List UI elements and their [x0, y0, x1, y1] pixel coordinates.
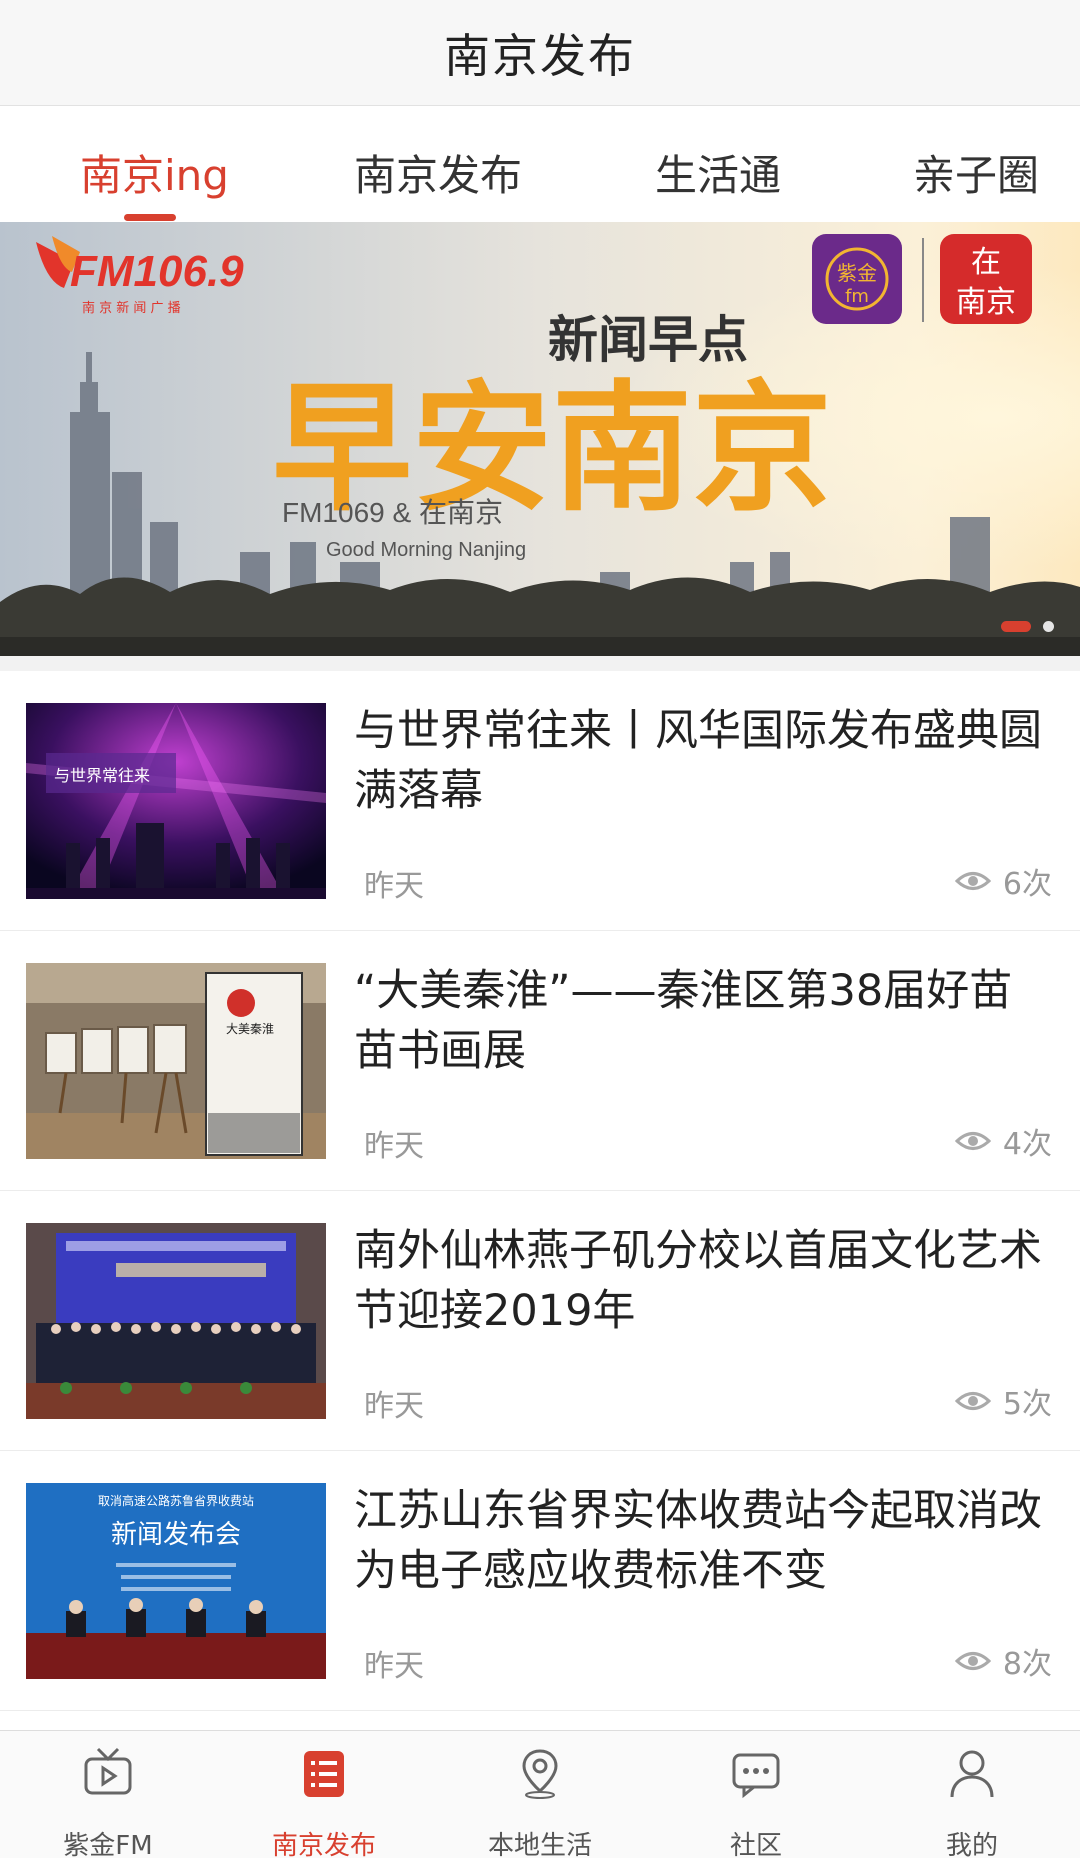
banner-caption-en: Good Morning Nanjing: [326, 539, 526, 561]
fm-logo-subtext: 南 京 新 闻 广 播: [82, 300, 181, 316]
view-count: 4次: [1002, 1127, 1052, 1162]
active-tab-indicator: [124, 214, 176, 221]
tabbar-label: 我的: [945, 1831, 998, 1858]
article-title[interactable]: 与世界常往来丨风华国际发布盛典圆满落幕: [354, 701, 1044, 821]
article-list: 与世界常往来 与世界常往来丨风华国际发布盛典圆满落幕 昨天 6次 大美秦淮 “大…: [0, 671, 1080, 1711]
list-item[interactable]: 与世界常往来 与世界常往来丨风华国际发布盛典圆满落幕 昨天 6次: [0, 671, 1080, 931]
article-thumbnail: 取消高速公路苏鲁省界收费站 新闻发布会: [26, 1483, 326, 1679]
tabbar-label: 南京发布: [271, 1831, 376, 1858]
article-title[interactable]: 江苏山东省界实体收费站今起取消改为电子感应收费标准不变: [354, 1481, 1044, 1601]
eye-icon: [954, 1652, 991, 1670]
article-thumbnail: 与世界常往来: [26, 703, 326, 899]
eye-icon: [954, 1132, 991, 1150]
tabbar-item-zijin-fm[interactable]: 紫金FM: [0, 1731, 216, 1858]
tabbar-label: 本地生活: [487, 1831, 592, 1858]
article-title[interactable]: 南外仙林燕子矶分校以首届文化艺术节迎接2019年: [354, 1221, 1044, 1341]
article-views: 5次: [954, 1379, 1052, 1423]
svg-text:紫金: 紫金: [837, 261, 877, 285]
article-title[interactable]: “大美秦淮”——秦淮区第38届好苗苗书画展: [354, 961, 1044, 1081]
list-item[interactable]: 大美秦淮 “大美秦淮”——秦淮区第38届好苗苗书画展 昨天 4次: [0, 931, 1080, 1191]
carousel-pagination: [1001, 621, 1054, 632]
eye-icon: [954, 1392, 991, 1410]
carousel-dot[interactable]: [1043, 621, 1054, 632]
view-count: 5次: [1002, 1387, 1052, 1422]
fm-logo-text: FM106.9: [70, 247, 244, 296]
article-date: 昨天: [364, 1389, 424, 1424]
tab-nanjing-release[interactable]: 南京发布: [354, 142, 522, 203]
tabbar-label: 紫金FM: [63, 1831, 153, 1858]
article-views: 4次: [954, 1119, 1052, 1163]
category-tabs: 南京ing 南京发布 生活通 亲子圈: [0, 106, 1080, 222]
svg-text:与世界常往来: 与世界常往来: [54, 766, 150, 785]
title-bar: 南京发布: [0, 0, 1080, 106]
article-thumbnail: 大美秦淮: [26, 963, 326, 1159]
tabbar-item-mine[interactable]: 我的: [864, 1731, 1080, 1858]
tabbar-item-nanjing-release[interactable]: 南京发布: [216, 1731, 432, 1858]
view-count: 6次: [1002, 867, 1052, 902]
bottom-tab-bar: 紫金FM 南京发布 本地生活 社区 我的: [0, 1730, 1080, 1858]
tab-nanjing-ing[interactable]: 南京ing: [80, 142, 229, 203]
tabbar-item-local-life[interactable]: 本地生活: [432, 1731, 648, 1858]
article-views: 6次: [954, 859, 1052, 903]
banner-carousel[interactable]: FM106.9 南 京 新 闻 广 播 紫金 fm 在 南京 新闻早点 早安南京…: [0, 222, 1080, 656]
tab-life[interactable]: 生活通: [655, 142, 781, 203]
tabbar-label: 社区: [729, 1831, 782, 1858]
tabbar-item-community[interactable]: 社区: [648, 1731, 864, 1858]
tv-icon: [84, 1747, 132, 1795]
svg-text:南京: 南京: [956, 285, 1016, 320]
page-title: 南京发布: [444, 28, 636, 83]
banner-caption-cn: FM1069 & 在南京: [282, 497, 503, 528]
svg-text:新闻发布会: 新闻发布会: [111, 1520, 241, 1550]
svg-text:大美秦淮: 大美秦淮: [226, 1022, 274, 1036]
chat-bubble-icon: [732, 1753, 780, 1799]
list-item[interactable]: 取消高速公路苏鲁省界收费站 新闻发布会 江苏山东省界实体收费站今起取消改为电子感…: [0, 1451, 1080, 1711]
location-pin-icon: [522, 1749, 558, 1799]
svg-text:fm: fm: [845, 286, 869, 307]
carousel-dot-active[interactable]: [1001, 621, 1031, 632]
banner-headline-small: 新闻早点: [548, 311, 748, 369]
view-count: 8次: [1002, 1647, 1052, 1682]
article-date: 昨天: [364, 869, 424, 904]
tab-family[interactable]: 亲子圈: [913, 142, 1039, 203]
list-item[interactable]: 南外仙林燕子矶分校以首届文化艺术节迎接2019年 昨天 5次: [0, 1191, 1080, 1451]
eye-icon: [954, 872, 991, 890]
svg-text:在: 在: [971, 245, 1001, 280]
person-icon: [950, 1750, 994, 1798]
section-divider: [0, 656, 1080, 671]
article-thumbnail: [26, 1223, 326, 1419]
article-views: 8次: [954, 1639, 1052, 1683]
article-date: 昨天: [364, 1129, 424, 1164]
list-icon: [304, 1751, 344, 1797]
svg-text:取消高速公路苏鲁省界收费站: 取消高速公路苏鲁省界收费站: [98, 1493, 254, 1508]
article-date: 昨天: [364, 1649, 424, 1684]
